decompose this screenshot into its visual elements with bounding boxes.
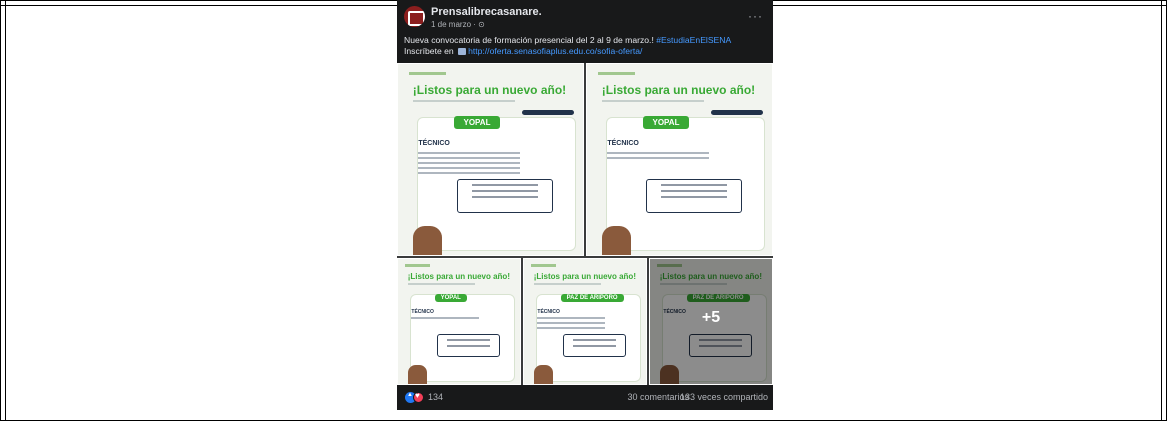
flyer-pill [710,109,763,115]
flyer-title: ¡Listos para un nuevo año! [412,83,567,98]
flyer-requirements-box [563,334,627,357]
flyer-requirements-box [457,178,554,213]
shares-count[interactable]: 133 veces compartido [680,392,768,402]
more-photos-count[interactable]: +5 [650,309,772,327]
hashtag-link[interactable]: #EstudiaEnElSENA [656,35,731,45]
post-text-line1: Nueva convocatoria de formación presenci… [404,35,657,45]
media-tile-1[interactable]: ¡Listos para un nuevo año! YOPAL TÉCNICO [397,63,584,256]
more-options-icon[interactable]: ··· [748,9,763,23]
media-tile-3[interactable]: ¡Listos para un nuevo año! YOPAL TÉCNICO [397,258,521,385]
frame-divider-left [5,0,6,421]
flyer-requirements-box [437,334,501,357]
post-date[interactable]: 1 de marzo · ⊙ [431,20,485,29]
flyer-header-bar [405,264,430,267]
media-grid: ¡Listos para un nuevo año! YOPAL TÉCNICO… [397,63,773,385]
inline-pointer-icon [458,48,467,55]
offer-link[interactable]: http://oferta.senasofiaplus.edu.co/sofia… [468,46,642,56]
flyer-person-photo [601,226,632,255]
flyer-pill [521,109,574,115]
reactions-bar: 134 30 comentarios 133 veces compartido [397,385,773,410]
love-reaction-icon[interactable] [413,391,424,403]
media-tile-4[interactable]: ¡Listos para un nuevo año! PAZ DE ARIPOR… [523,258,647,385]
post-header: Prensalibrecasanare. 1 de marzo · ⊙ ··· [397,0,773,34]
flyer-city-badge: YOPAL [434,294,467,302]
flyer-program-list [418,151,521,177]
post-text: Nueva convocatoria de formación presenci… [404,35,768,57]
flyer-subtitle [407,282,475,285]
flyer-city-badge: YOPAL [453,115,501,129]
media-tile-5[interactable]: ¡Listos para un nuevo año! PAZ DE ARIPOR… [649,258,773,385]
flyer-person-photo [412,226,443,255]
flyer-subtitle [533,282,601,285]
page-name[interactable]: Prensalibrecasanare. [431,6,542,18]
flyer-person-photo [407,365,428,384]
flyer-program-list [411,316,479,322]
flyer-person-photo [533,365,554,384]
flyer-section-title: TÉCNICO [411,309,434,315]
facebook-post: Prensalibrecasanare. 1 de marzo · ⊙ ··· … [397,0,773,410]
flyer-city-badge: YOPAL [642,115,690,129]
flyer-title: ¡Listos para un nuevo año! [601,83,756,98]
reaction-count[interactable]: 134 [428,392,443,402]
flyer-requirements-box [646,178,743,213]
flyer-city-badge: PAZ DE ARIPORO [560,294,624,302]
page-avatar-icon[interactable] [404,6,425,27]
flyer-title: ¡Listos para un nuevo año! [533,271,636,281]
post-text-line2: Inscríbete en [404,46,457,56]
flyer-section-title: TÉCNICO [418,140,450,148]
flyer-program-list [607,151,710,162]
flyer-header-bar [598,71,636,75]
flyer-program-list [537,316,605,332]
flyer-subtitle [412,100,515,103]
flyer-section-title: TÉCNICO [607,140,639,148]
media-tile-2[interactable]: ¡Listos para un nuevo año! YOPAL TÉCNICO [586,63,773,256]
flyer-header-bar [409,71,447,75]
flyer-subtitle [601,100,704,103]
flyer-section-title: TÉCNICO [537,309,560,315]
flyer-title: ¡Listos para un nuevo año! [407,271,510,281]
flyer-header-bar [531,264,556,267]
frame-divider-right [1161,0,1162,421]
